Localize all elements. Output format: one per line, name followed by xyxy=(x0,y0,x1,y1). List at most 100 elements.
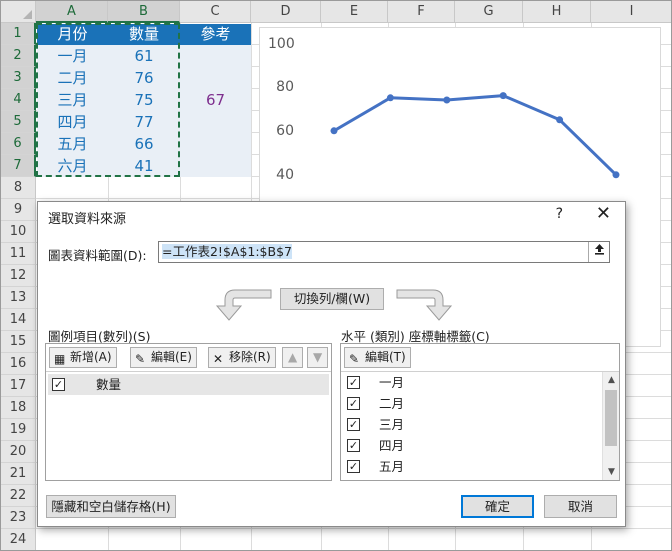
row-header-20[interactable]: 20 xyxy=(1,441,36,463)
cell-a1[interactable]: 月份 xyxy=(37,23,108,45)
row-header-5[interactable]: 5 xyxy=(1,111,36,133)
column-header-h[interactable]: H xyxy=(523,1,591,23)
cell-c4[interactable]: 67 xyxy=(180,89,251,111)
data-point[interactable] xyxy=(386,94,394,102)
column-header-f[interactable]: F xyxy=(388,1,455,23)
close-icon[interactable]: ✕ xyxy=(596,203,611,224)
data-point[interactable] xyxy=(612,171,620,179)
gridline xyxy=(36,528,671,529)
column-header-d[interactable]: D xyxy=(251,1,321,23)
axis-list-scrollbar[interactable]: ▲ ▼ xyxy=(602,372,619,480)
row-header-11[interactable]: 11 xyxy=(1,243,36,265)
checkbox-checked-icon[interactable]: ✓ xyxy=(347,460,360,473)
row-header-19[interactable]: 19 xyxy=(1,419,36,441)
axis-label-item[interactable]: ✓ 一月 xyxy=(343,372,601,393)
row-header-4[interactable]: 4 xyxy=(1,89,36,111)
switch-row-column-button[interactable]: 切換列/欄(W) xyxy=(280,288,384,310)
column-header-b[interactable]: B xyxy=(108,1,180,23)
cell-a3[interactable]: 二月 xyxy=(37,67,108,89)
cell-a2[interactable]: 一月 xyxy=(37,45,108,67)
cell-b5[interactable]: 77 xyxy=(108,111,180,133)
axis-label-item[interactable]: ✓ 三月 xyxy=(343,414,601,435)
cell-c1[interactable]: 參考 xyxy=(180,23,251,45)
column-header-g[interactable]: G xyxy=(455,1,523,23)
range-label: 圖表資料範圍(D): xyxy=(48,248,147,263)
cell-b4[interactable]: 75 xyxy=(108,89,180,111)
hidden-empty-cells-button[interactable]: 隱藏和空白儲存格(H) xyxy=(46,495,176,518)
cell-b1[interactable]: 數量 xyxy=(108,23,180,45)
edit-series-label: 編輯(E) xyxy=(151,350,192,364)
cell-b2[interactable]: 61 xyxy=(108,45,180,67)
remove-series-button[interactable]: ✕ 移除(R) xyxy=(208,347,276,368)
column-header-c[interactable]: C xyxy=(180,1,251,23)
scrollbar-thumb[interactable] xyxy=(605,390,617,446)
cancel-button[interactable]: 取消 xyxy=(544,495,617,518)
column-header-e[interactable]: E xyxy=(321,1,388,23)
edit-axis-labels-button[interactable]: ✎ 編輯(T) xyxy=(344,347,411,368)
series-item[interactable]: ✓ 數量 xyxy=(48,374,329,395)
ok-button[interactable]: 確定 xyxy=(461,495,534,518)
checkbox-checked-icon[interactable]: ✓ xyxy=(347,376,360,389)
switch-left-arrow-icon xyxy=(215,289,272,321)
remove-x-icon: ✕ xyxy=(213,352,224,366)
axis-label-text: 三月 xyxy=(379,417,405,432)
cell-b3[interactable]: 76 xyxy=(108,67,180,89)
cancel-label: 取消 xyxy=(567,499,593,514)
row-header-10[interactable]: 10 xyxy=(1,221,36,243)
checkbox-checked-icon[interactable]: ✓ xyxy=(347,439,360,452)
row-header-13[interactable]: 13 xyxy=(1,287,36,309)
row-header-24[interactable]: 24 xyxy=(1,529,36,550)
select-all-corner[interactable] xyxy=(1,1,36,23)
cell-a6[interactable]: 五月 xyxy=(37,133,108,155)
checkbox-checked-icon[interactable]: ✓ xyxy=(347,397,360,410)
row-header-23[interactable]: 23 xyxy=(1,507,36,529)
cell-a5[interactable]: 四月 xyxy=(37,111,108,133)
axis-label-item[interactable]: ✓ 五月 xyxy=(343,456,601,477)
axis-toolbar: ✎ 編輯(T) xyxy=(341,344,619,372)
row-header-18[interactable]: 18 xyxy=(1,397,36,419)
row-header-16[interactable]: 16 xyxy=(1,353,36,375)
row-header-22[interactable]: 22 xyxy=(1,485,36,507)
add-series-label: 新增(A) xyxy=(70,350,112,364)
help-button[interactable]: ? xyxy=(556,206,563,222)
row-header-6[interactable]: 6 xyxy=(1,133,36,155)
axis-label-item[interactable]: ✓ 二月 xyxy=(343,393,601,414)
cell-a7[interactable]: 六月 xyxy=(37,155,108,177)
row-header-17[interactable]: 17 xyxy=(1,375,36,397)
scroll-up-icon[interactable]: ▲ xyxy=(603,372,620,388)
data-point[interactable] xyxy=(330,127,338,135)
checkbox-checked-icon[interactable]: ✓ xyxy=(52,378,65,391)
move-down-icon: ▼ xyxy=(313,350,323,364)
edit-icon: ✎ xyxy=(135,352,146,366)
add-series-button[interactable]: ▦ 新增(A) xyxy=(49,347,117,368)
row-header-21[interactable]: 21 xyxy=(1,463,36,485)
cell-b7[interactable]: 41 xyxy=(108,155,180,177)
ok-label: 確定 xyxy=(484,499,510,514)
row-header-14[interactable]: 14 xyxy=(1,309,36,331)
data-point[interactable] xyxy=(499,92,507,100)
column-header-i[interactable]: I xyxy=(591,1,671,23)
move-up-button[interactable]: ▲ xyxy=(282,347,304,368)
data-point[interactable] xyxy=(556,116,564,124)
cell-a4[interactable]: 三月 xyxy=(37,89,108,111)
chart-range-input[interactable]: =工作表2!$A$1:$B$7 xyxy=(158,241,610,263)
row-header-7[interactable]: 7 xyxy=(1,155,36,177)
remove-series-label: 移除(R) xyxy=(229,350,271,364)
cell-b6[interactable]: 66 xyxy=(108,133,180,155)
series-line[interactable] xyxy=(333,94,618,176)
data-point[interactable] xyxy=(443,96,451,104)
row-header-8[interactable]: 8 xyxy=(1,177,36,199)
collapse-dialog-icon[interactable] xyxy=(588,242,609,262)
axis-label-item[interactable]: ✓ 四月 xyxy=(343,435,601,456)
scroll-down-icon[interactable]: ▼ xyxy=(603,464,620,480)
row-header-9[interactable]: 9 xyxy=(1,199,36,221)
move-down-button[interactable]: ▼ xyxy=(307,347,329,368)
edit-series-button[interactable]: ✎ 編輯(E) xyxy=(130,347,197,368)
checkbox-checked-icon[interactable]: ✓ xyxy=(347,418,360,431)
column-header-a[interactable]: A xyxy=(36,1,108,23)
row-header-15[interactable]: 15 xyxy=(1,331,36,353)
row-header-1[interactable]: 1 xyxy=(1,23,36,45)
row-header-12[interactable]: 12 xyxy=(1,265,36,287)
row-header-2[interactable]: 2 xyxy=(1,45,36,67)
row-header-3[interactable]: 3 xyxy=(1,67,36,89)
